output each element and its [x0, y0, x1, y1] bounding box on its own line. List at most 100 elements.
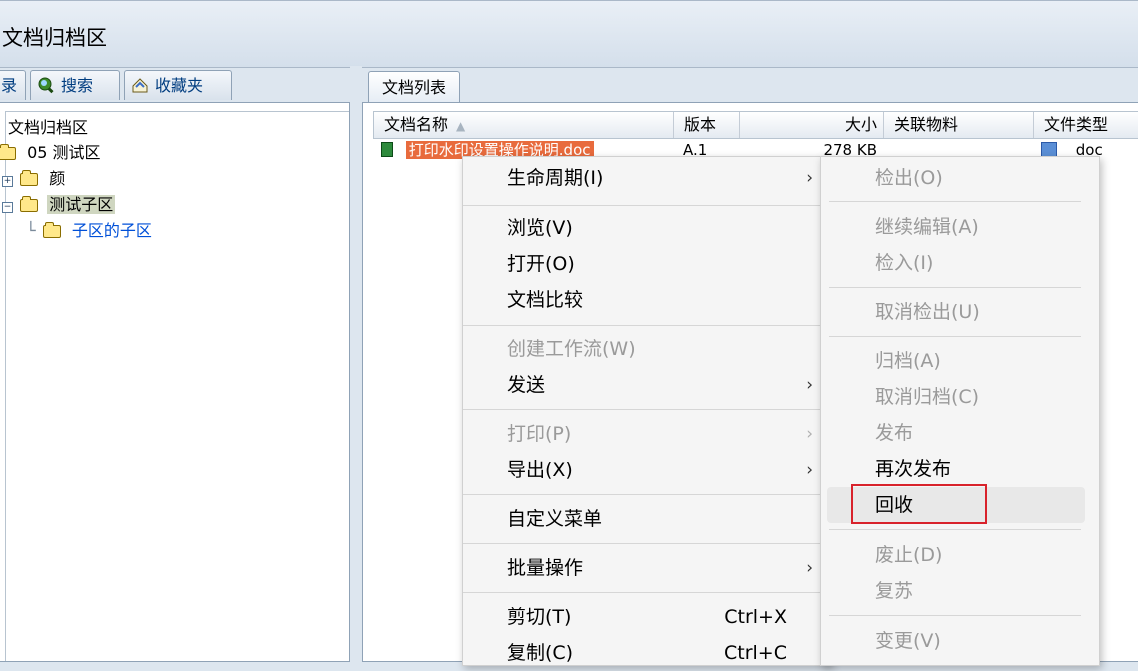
menu-item-republish[interactable]: 再次发布: [821, 451, 1099, 487]
tree-node-sub-subarea[interactable]: └ 子区的子区: [26, 219, 152, 243]
menu-separator: [463, 543, 831, 544]
highlight-annotation-box: [851, 484, 987, 524]
menu-item-cancel-archive: 取消归档(C): [821, 379, 1099, 415]
menu-label: 废止(D): [875, 544, 943, 566]
chevron-right-icon: ›: [806, 424, 813, 444]
menu-item-batch[interactable]: 批量操作 ›: [463, 550, 831, 586]
tree-node-label: 子区的子区: [71, 221, 152, 240]
menu-item-browse[interactable]: 浏览(V): [463, 210, 831, 246]
collapse-icon[interactable]: −: [2, 202, 13, 213]
sort-asc-icon: ▲: [456, 119, 466, 133]
menu-separator: [829, 336, 1081, 337]
tab-directory-label: 录: [1, 76, 18, 95]
menu-separator: [829, 201, 1081, 202]
menu-item-create-workflow: 创建工作流(W): [463, 331, 831, 367]
menu-label: 复制(C): [507, 642, 574, 664]
menu-label: 创建工作流(W): [507, 338, 636, 360]
grid-header: 文档名称 ▲ 版本 大小 关联物料 文件类型: [373, 111, 1138, 139]
tab-document-list-label: 文档列表: [381, 78, 446, 97]
menu-label: 发布: [875, 422, 914, 444]
chevron-right-icon: ›: [806, 558, 813, 578]
tree-root-label: 文档归档区: [8, 118, 89, 137]
column-header-version[interactable]: 版本: [674, 112, 740, 138]
tree-node-test-area[interactable]: 05 测试区: [0, 141, 101, 165]
menu-label: 再次发布: [875, 458, 952, 480]
shortcut-label: Ctrl+C: [724, 642, 787, 664]
menu-label: 发送: [507, 374, 546, 396]
tab-favorites[interactable]: 收藏夹: [124, 70, 232, 100]
tree-node-label: 05 测试区: [27, 143, 101, 162]
menu-label: 打印(P): [507, 423, 572, 445]
column-label: 文档名称: [384, 115, 449, 134]
column-header-size[interactable]: 大小: [740, 112, 884, 138]
tree-root[interactable]: 文档归档区: [8, 116, 88, 140]
tree-view: 文档归档区 05 测试区 + 颜 − 测试子区 └ 子区的子区: [0, 111, 349, 661]
menu-item-custom[interactable]: 自定义菜单: [463, 501, 831, 537]
menu-label: 检出(O): [875, 167, 943, 189]
menu-item-send[interactable]: 发送 ›: [463, 367, 831, 403]
menu-label: 剪切(T): [507, 606, 572, 628]
tree-node-test-subarea[interactable]: − 测试子区: [2, 193, 116, 217]
column-header-type[interactable]: 文件类型: [1034, 112, 1138, 138]
tree-node-label: 颜: [49, 169, 66, 188]
column-label: 大小: [844, 115, 877, 134]
menu-item-archive: 归档(A): [821, 343, 1099, 379]
menu-separator: [463, 592, 831, 593]
expand-icon[interactable]: +: [2, 176, 13, 187]
menu-label: 打开(O): [507, 253, 575, 275]
menu-label: 文档比较: [507, 289, 584, 311]
tab-directory[interactable]: 录: [0, 70, 26, 100]
menu-item-cut[interactable]: 剪切(T) Ctrl+X: [463, 599, 831, 635]
menu-label: 生命周期(I): [507, 167, 604, 189]
tree-connector: └: [26, 221, 36, 240]
folder-icon: [20, 170, 39, 186]
menu-label: 批量操作: [507, 557, 584, 579]
menu-label: 继续编辑(A): [875, 216, 979, 238]
chevron-right-icon: ›: [806, 375, 813, 395]
folder-icon: [0, 144, 16, 160]
menu-label: 自定义菜单: [507, 508, 603, 530]
chevron-right-icon: ›: [806, 168, 813, 188]
tree-node-yan[interactable]: + 颜: [2, 167, 65, 191]
menu-separator: [463, 325, 831, 326]
menu-separator: [463, 494, 831, 495]
menu-label: 取消检出(U): [875, 301, 980, 323]
column-label: 版本: [684, 115, 717, 134]
menu-label: 取消归档(C): [875, 386, 980, 408]
pane-splitter[interactable]: [350, 66, 362, 666]
folder-icon: [20, 196, 39, 212]
menu-separator: [463, 205, 831, 206]
column-header-material[interactable]: 关联物料: [884, 112, 1034, 138]
menu-separator: [829, 287, 1081, 288]
menu-item-cancel-checkout: 取消检出(U): [821, 294, 1099, 330]
window-title: 文档归档区: [2, 26, 107, 50]
menu-item-open[interactable]: 打开(O): [463, 246, 831, 282]
menu-item-publish: 发布: [821, 415, 1099, 451]
menu-item-compare[interactable]: 文档比较: [463, 282, 831, 318]
title-bar: 文档归档区: [0, 0, 1138, 68]
tab-document-list[interactable]: 文档列表: [368, 71, 460, 102]
left-tab-strip: 录 搜索 收藏夹: [0, 70, 360, 102]
tree-node-label: 测试子区: [47, 195, 116, 214]
menu-label: 导出(X): [507, 459, 573, 481]
document-icon: [381, 142, 393, 157]
shortcut-label: Ctrl+X: [724, 606, 787, 628]
tab-favorites-label: 收藏夹: [155, 76, 204, 95]
tab-search-label: 搜索: [61, 76, 94, 95]
menu-item-lifecycle[interactable]: 生命周期(I) ›: [463, 160, 831, 196]
menu-separator: [463, 409, 831, 410]
menu-separator: [829, 529, 1081, 530]
menu-item-checkout: 检出(O): [821, 160, 1099, 196]
column-header-name[interactable]: 文档名称 ▲: [374, 112, 674, 138]
menu-item-continue-edit: 继续编辑(A): [821, 209, 1099, 245]
menu-item-copy[interactable]: 复制(C) Ctrl+C: [463, 635, 831, 671]
context-menu: 生命周期(I) › 浏览(V) 打开(O) 文档比较 创建工作流(W) 发送 ›…: [462, 156, 832, 666]
search-icon: [37, 74, 55, 94]
menu-item-print: 打印(P) ›: [463, 416, 831, 452]
menu-item-checkin: 检入(I): [821, 245, 1099, 281]
favorites-icon: [131, 74, 149, 93]
menu-item-revive: 复苏: [821, 573, 1099, 609]
menu-item-export[interactable]: 导出(X) ›: [463, 452, 831, 488]
tab-search[interactable]: 搜索: [30, 70, 120, 100]
menu-separator: [829, 615, 1081, 616]
